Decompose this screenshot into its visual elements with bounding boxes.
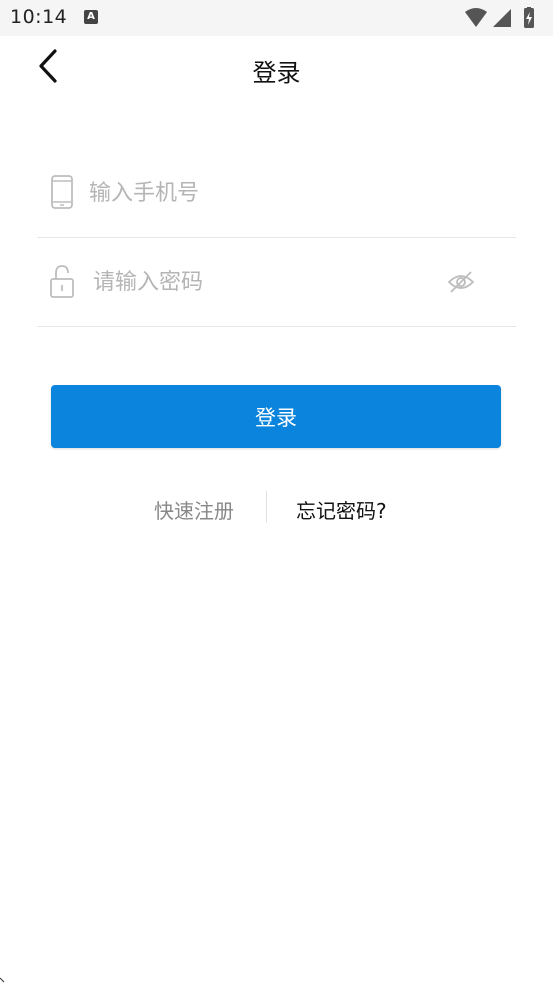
forgot-password-link[interactable]: 忘记密码? (296, 495, 387, 524)
auth-links: 快速注册 忘记密码? (0, 491, 553, 525)
status-bar: 10:14 A (0, 0, 553, 36)
notification-letter: A (87, 11, 95, 22)
login-button[interactable]: 登录 (51, 385, 501, 448)
password-input[interactable] (91, 263, 435, 301)
unlock-icon (50, 265, 74, 298)
corner-mark (0, 977, 5, 983)
phone-input[interactable] (87, 174, 431, 212)
link-divider (266, 491, 267, 523)
battery-icon (524, 7, 534, 28)
notification-a-icon: A (84, 10, 98, 24)
password-field (37, 237, 516, 327)
top-bar: 登录 (0, 36, 553, 102)
password-visibility-toggle[interactable] (446, 267, 476, 297)
page-title: 登录 (252, 59, 301, 87)
wifi-icon (465, 8, 487, 27)
status-icons (463, 7, 543, 29)
phone-icon (51, 175, 73, 209)
phone-field (37, 148, 516, 238)
quick-register-link[interactable]: 快速注册 (154, 495, 234, 524)
signal-icon (493, 9, 511, 27)
eye-hidden-icon (447, 271, 475, 293)
status-time: 10:14 (10, 6, 68, 28)
